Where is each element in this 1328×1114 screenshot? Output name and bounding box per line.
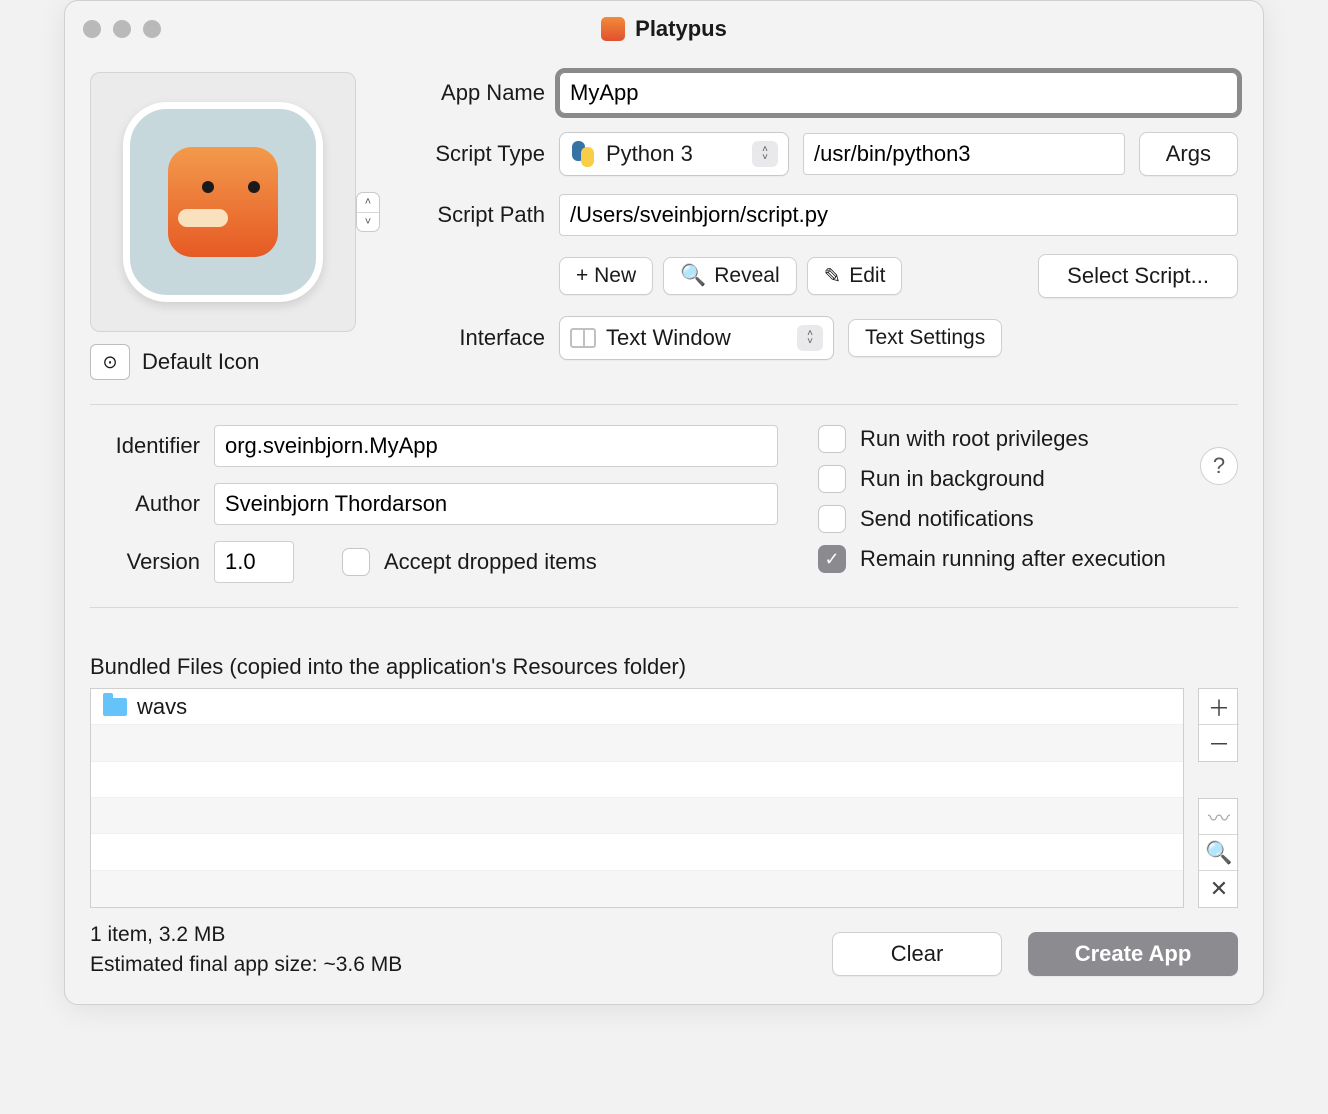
- help-button[interactable]: ?: [1200, 447, 1238, 485]
- bundled-files-header: Bundled Files (copied into the applicati…: [90, 654, 1238, 680]
- author-field[interactable]: [214, 483, 778, 525]
- remain-running-checkbox[interactable]: ✓: [818, 545, 846, 573]
- ellipsis-icon: ⊙: [102, 352, 117, 373]
- title-center: Platypus: [65, 16, 1263, 42]
- magnifier-icon: 🔍: [1205, 840, 1232, 866]
- app-name-field[interactable]: [559, 72, 1238, 114]
- app-icon: [601, 17, 625, 41]
- chevron-up-icon[interactable]: ˄: [357, 193, 379, 213]
- titlebar: Platypus: [65, 1, 1263, 57]
- list-item: [91, 871, 1183, 907]
- author-input[interactable]: [225, 491, 767, 517]
- add-file-button[interactable]: ＋: [1199, 689, 1239, 725]
- create-app-button[interactable]: Create App: [1028, 932, 1238, 976]
- script-type-value: Python 3: [606, 141, 693, 167]
- platypus-icon: [168, 147, 278, 257]
- fields-column: App Name Script Type Python 3 ˄˅: [405, 72, 1238, 380]
- remove-file-button[interactable]: －: [1199, 725, 1239, 761]
- send-notifications-checkbox[interactable]: [818, 505, 846, 533]
- default-icon-label: Default Icon: [142, 349, 259, 375]
- file-name: wavs: [137, 694, 187, 720]
- interface-value: Text Window: [606, 325, 731, 351]
- interpreter-path-input[interactable]: [814, 141, 1114, 167]
- footer-info: 1 item, 3.2 MB Estimated final app size:…: [90, 920, 402, 980]
- run-background-label: Run in background: [860, 466, 1045, 492]
- accept-dropped-checkbox[interactable]: [342, 548, 370, 576]
- identifier-label: Identifier: [90, 433, 200, 459]
- version-field[interactable]: [214, 541, 294, 583]
- script-type-select[interactable]: Python 3 ˄˅: [559, 132, 789, 176]
- reveal-file-button[interactable]: 🔍: [1199, 835, 1239, 871]
- script-path-field[interactable]: [559, 194, 1238, 236]
- bundled-files-list[interactable]: wavs: [90, 688, 1184, 908]
- new-script-button[interactable]: + New: [559, 257, 653, 295]
- select-script-button[interactable]: Select Script...: [1038, 254, 1238, 298]
- bundled-side-buttons: ＋ － 〰 🔍 ✕: [1198, 688, 1238, 908]
- text-window-icon: [570, 328, 596, 348]
- close-icon: ✕: [1210, 876, 1228, 902]
- root-privileges-label: Run with root privileges: [860, 426, 1089, 452]
- app-name-input[interactable]: [570, 80, 1227, 106]
- send-notifications-label: Send notifications: [860, 506, 1034, 532]
- icon-options-button[interactable]: ⊙: [90, 344, 130, 380]
- run-background-checkbox[interactable]: [818, 465, 846, 493]
- root-privileges-checkbox[interactable]: [818, 425, 846, 453]
- reveal-script-button[interactable]: 🔍 Reveal: [663, 257, 797, 295]
- interpreter-path-field[interactable]: [803, 133, 1125, 175]
- delete-file-button[interactable]: ✕: [1199, 871, 1239, 907]
- identifier-input[interactable]: [225, 433, 767, 459]
- chevron-updown-icon: ˄˅: [752, 141, 778, 167]
- python-icon: [570, 141, 596, 167]
- folder-icon: [103, 698, 127, 716]
- icon-column: ˄ ˅ ⊙ Default Icon: [90, 72, 395, 380]
- minus-icon: －: [1208, 727, 1230, 759]
- plus-icon: ＋: [1208, 691, 1230, 723]
- args-button[interactable]: Args: [1139, 132, 1238, 176]
- list-item: [91, 725, 1183, 761]
- eraser-icon: 〰: [1208, 801, 1230, 833]
- identifier-field[interactable]: [214, 425, 778, 467]
- divider: [90, 607, 1238, 608]
- traffic-lights: [83, 20, 161, 38]
- zoom-window-button[interactable]: [143, 20, 161, 38]
- app-size-status: Estimated final app size: ~3.6 MB: [90, 950, 402, 980]
- window-title: Platypus: [635, 16, 727, 42]
- version-input[interactable]: [225, 549, 283, 575]
- divider: [90, 404, 1238, 405]
- app-name-label: App Name: [405, 80, 545, 106]
- clear-files-button[interactable]: 〰: [1199, 799, 1239, 835]
- chevron-down-icon[interactable]: ˅: [357, 213, 379, 232]
- interface-select[interactable]: Text Window ˄˅: [559, 316, 834, 360]
- pencil-icon: ✎: [824, 264, 842, 289]
- minimize-window-button[interactable]: [113, 20, 131, 38]
- version-label: Version: [90, 549, 200, 575]
- list-item: [91, 834, 1183, 870]
- accept-dropped-label: Accept dropped items: [384, 549, 597, 575]
- magnifier-icon: 🔍: [680, 264, 706, 288]
- app-icon-well[interactable]: [90, 72, 356, 332]
- close-window-button[interactable]: [83, 20, 101, 38]
- list-item[interactable]: wavs: [91, 689, 1183, 725]
- item-count-status: 1 item, 3.2 MB: [90, 920, 402, 950]
- chevron-updown-icon: ˄˅: [797, 325, 823, 351]
- script-path-label: Script Path: [405, 202, 545, 228]
- script-path-input[interactable]: [570, 202, 1227, 228]
- list-item: [91, 762, 1183, 798]
- edit-script-button[interactable]: ✎ Edit: [807, 257, 903, 295]
- list-item: [91, 798, 1183, 834]
- interface-label: Interface: [405, 325, 545, 351]
- author-label: Author: [90, 491, 200, 517]
- remain-running-label: Remain running after execution: [860, 546, 1166, 572]
- app-icon-preview: [123, 102, 323, 302]
- clear-button[interactable]: Clear: [832, 932, 1002, 976]
- icon-stepper[interactable]: ˄ ˅: [356, 192, 380, 232]
- text-settings-button[interactable]: Text Settings: [848, 319, 1002, 357]
- script-type-label: Script Type: [405, 141, 545, 167]
- app-window: Platypus ˄ ˅ ⊙: [64, 0, 1264, 1005]
